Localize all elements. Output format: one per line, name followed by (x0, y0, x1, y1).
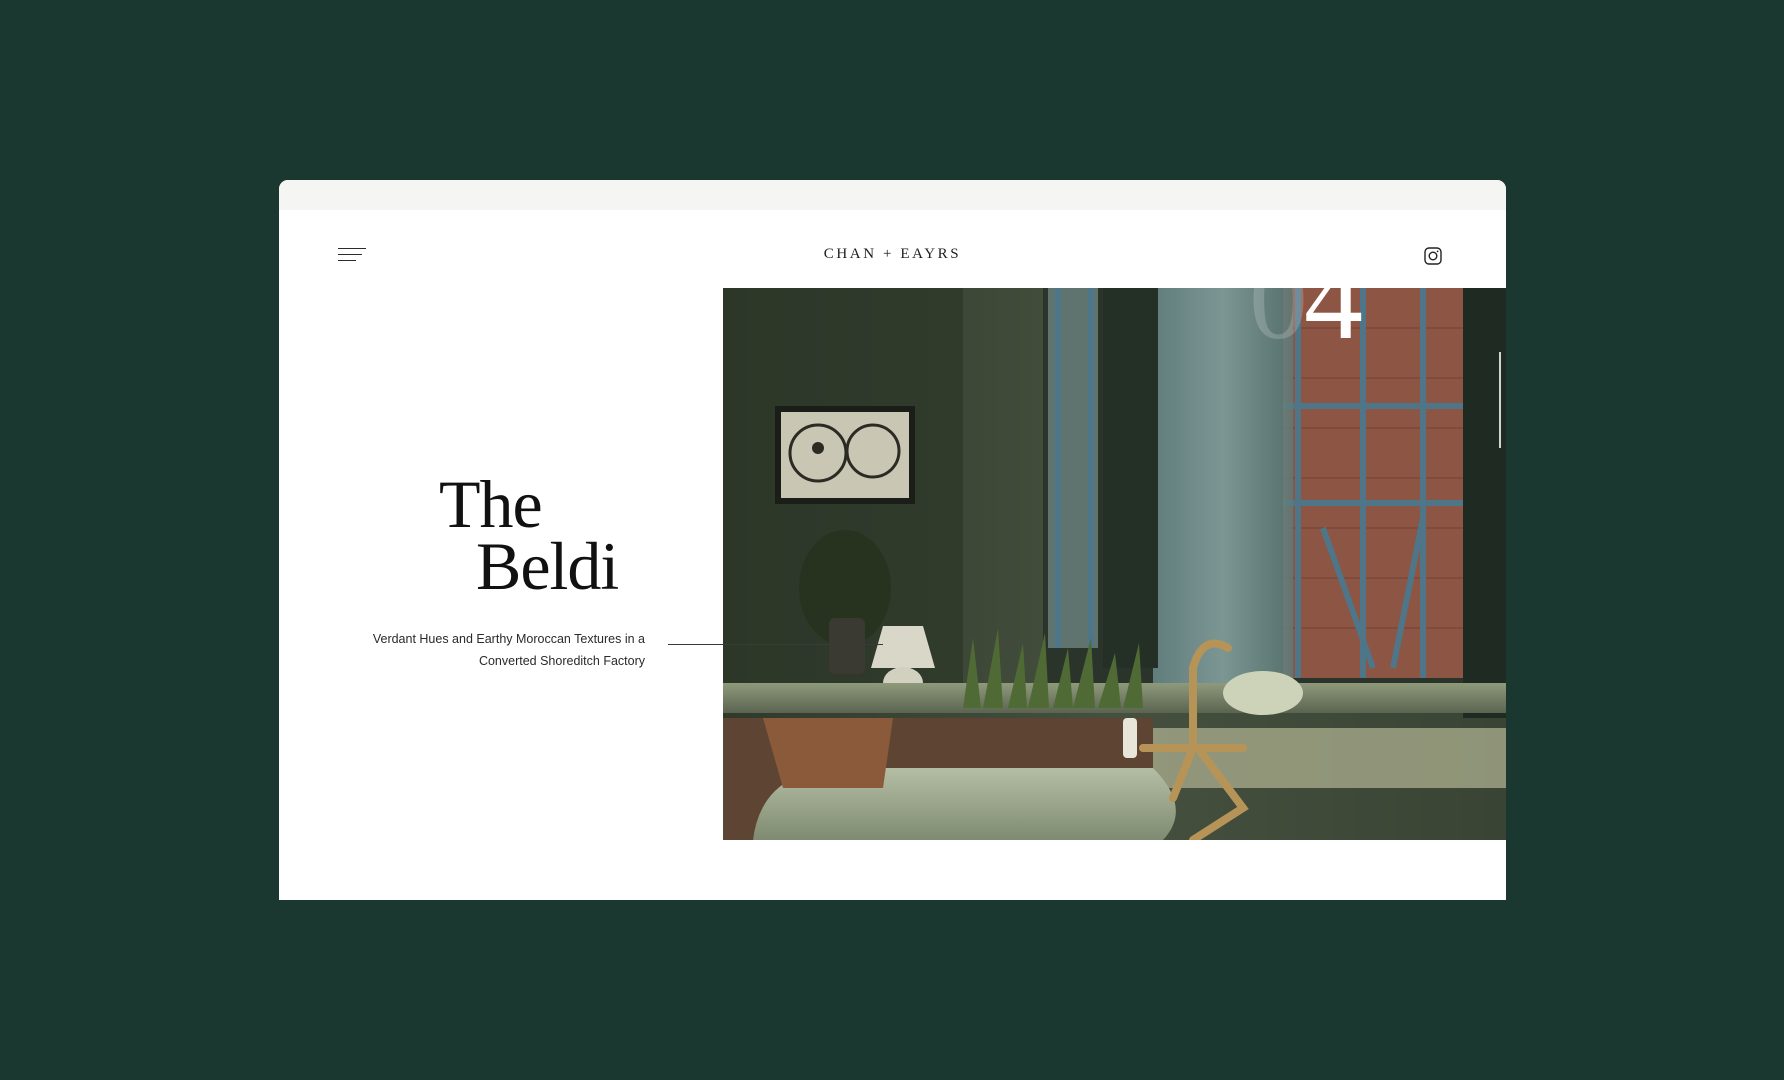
logo-second-text: EAYRS (900, 246, 962, 262)
slide-number: 04 (1249, 240, 1363, 358)
project-title-line-2: Beldi (476, 528, 619, 604)
instagram-icon[interactable] (1424, 247, 1442, 265)
browser-top-bar (279, 180, 1506, 210)
slide-number-ghost-digit: 0 (1249, 233, 1308, 364)
page-content: CHAN + EAYRS 04 The Beldi Verdant Hues a… (279, 210, 1506, 900)
logo-main-text: CHAN + (823, 246, 901, 262)
scroll-indicator[interactable] (1499, 352, 1501, 448)
connector-line (668, 644, 883, 645)
slide-number-digit: 4 (1304, 233, 1363, 364)
project-subtitle: Verdant Hues and Earthy Moroccan Texture… (372, 632, 645, 668)
browser-window: CHAN + EAYRS 04 The Beldi Verdant Hues a… (279, 180, 1506, 900)
hero-image (723, 288, 1506, 840)
